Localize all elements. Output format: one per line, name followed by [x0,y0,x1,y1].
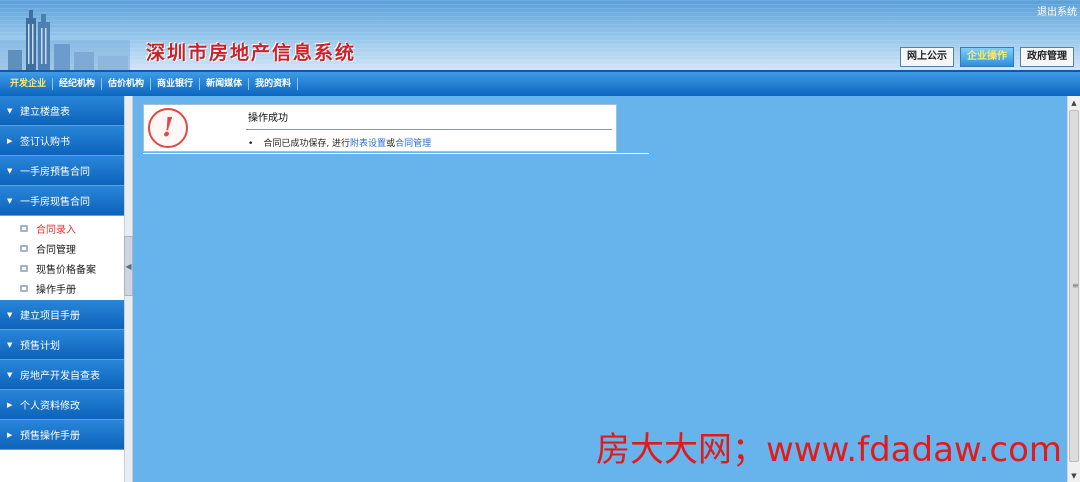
exclamation-icon: ! [148,108,188,148]
bullet-icon [20,264,28,272]
message-divider [246,129,612,130]
bullet-dot: • [248,139,254,149]
attachment-settings-link[interactable]: 附表设置 [350,139,386,149]
message-text: 合同已成功保存, 进行 [263,139,351,149]
logout-link[interactable]: 退出系统 [1037,3,1077,18]
sidebar-item-project-manual[interactable]: ▼ 建立项目手册 [0,300,124,330]
scroll-up-icon[interactable]: ▲ [1068,96,1080,109]
message-title: 操作成功 [248,113,288,124]
sidebar-item-spot-sale-contract[interactable]: ▼ 一手房现售合同 [0,186,124,216]
tab-government-management[interactable]: 政府管理 [1020,47,1074,67]
message-conjunction: 或 [386,139,396,149]
caret-down-icon: ▼ [7,340,13,349]
nav-developer[interactable]: 开发企业 [4,78,54,90]
sidebar-item-label: 签订认购书 [20,137,70,148]
sub-item-label: 现售价格备案 [36,264,96,276]
vertical-scrollbar[interactable]: ▲ ≡ ▼ [1067,96,1080,482]
skyline-image [0,10,130,70]
watermark-text: 房大大网；www.fdadaw.com [596,430,1063,470]
main-nav: 开发企业 经纪机构 估价机构 商业银行 新闻媒体 我的资料 [0,70,1080,96]
sidebar-item-self-check[interactable]: ▼ 房地产开发自查表 [0,360,124,390]
caret-down-icon: ▼ [7,166,13,175]
nav-my-profile[interactable]: 我的资料 [249,78,299,90]
sidebar-item-subscription[interactable]: ▶ 签订认购书 [0,126,124,156]
caret-down-icon: ▼ [7,106,13,115]
scrollbar-thumb[interactable]: ≡ [1069,110,1079,462]
message-line: • 合同已成功保存, 进行附表设置或合同管理 [248,136,431,149]
nav-media[interactable]: 新闻媒体 [200,78,250,90]
sidebar-item-label: 建立楼盘表 [20,107,70,118]
sidebar-item-label: 房地产开发自查表 [20,371,100,382]
sidebar-item-presale-contract[interactable]: ▼ 一手房预售合同 [0,156,124,186]
sidebar-item-label: 一手房现售合同 [20,197,90,208]
caret-right-icon: ▶ [7,430,13,439]
success-message-box: ! 操作成功 • 合同已成功保存, 进行附表设置或合同管理 [143,104,617,152]
sub-item-contract-entry[interactable]: 合同录入 [0,218,124,238]
sub-item-contract-management[interactable]: 合同管理 [0,238,124,258]
sub-item-price-filing[interactable]: 现售价格备案 [0,258,124,278]
site-title: 深圳市房地产信息系统 [146,42,357,64]
message-underline [143,153,649,154]
collapse-arrow-icon[interactable]: ◀ [124,236,133,296]
caret-down-icon: ▼ [7,310,13,319]
grip-icon: ≡ [1072,281,1079,290]
sidebar-item-building-table[interactable]: ▼ 建立楼盘表 [0,96,124,126]
contract-management-link[interactable]: 合同管理 [395,139,431,149]
sidebar-item-label: 个人资料修改 [20,401,80,412]
bullet-icon [20,224,28,232]
top-tabs: 网上公示 企业操作 政府管理 [900,47,1074,67]
caret-right-icon: ▶ [7,400,13,409]
sidebar-item-label: 预售计划 [20,341,60,352]
sidebar-item-presale-manual[interactable]: ▶ 预售操作手册 [0,420,124,450]
caret-down-icon: ▼ [7,370,13,379]
sidebar: ▼ 建立楼盘表 ▶ 签订认购书 ▼ 一手房预售合同 ▼ 一手房现售合同 合同录入… [0,96,124,450]
caret-down-icon: ▼ [7,196,13,205]
tab-public-notice[interactable]: 网上公示 [900,47,954,67]
header-banner: 深圳市房地产信息系统 退出系统 网上公示 企业操作 政府管理 [0,0,1080,70]
bullet-icon [20,244,28,252]
caret-right-icon: ▶ [7,136,13,145]
sub-item-label: 操作手册 [36,284,76,296]
sub-item-operation-manual[interactable]: 操作手册 [0,278,124,298]
bullet-icon [20,284,28,292]
sidebar-item-presale-plan[interactable]: ▼ 预售计划 [0,330,124,360]
tab-enterprise-operation[interactable]: 企业操作 [960,47,1014,67]
sidebar-item-label: 建立项目手册 [20,311,80,322]
sub-item-label: 合同管理 [36,244,76,256]
sidebar-item-label: 一手房预售合同 [20,167,90,178]
nav-bank[interactable]: 商业银行 [151,78,201,90]
sidebar-sub-list: 合同录入 合同管理 现售价格备案 操作手册 [0,216,124,300]
nav-broker[interactable]: 经纪机构 [53,78,103,90]
sub-item-label: 合同录入 [36,224,76,236]
nav-appraiser[interactable]: 估价机构 [102,78,152,90]
sidebar-item-edit-profile[interactable]: ▶ 个人资料修改 [0,390,124,420]
sidebar-item-label: 预售操作手册 [20,431,80,442]
scroll-down-icon[interactable]: ▼ [1068,469,1080,482]
